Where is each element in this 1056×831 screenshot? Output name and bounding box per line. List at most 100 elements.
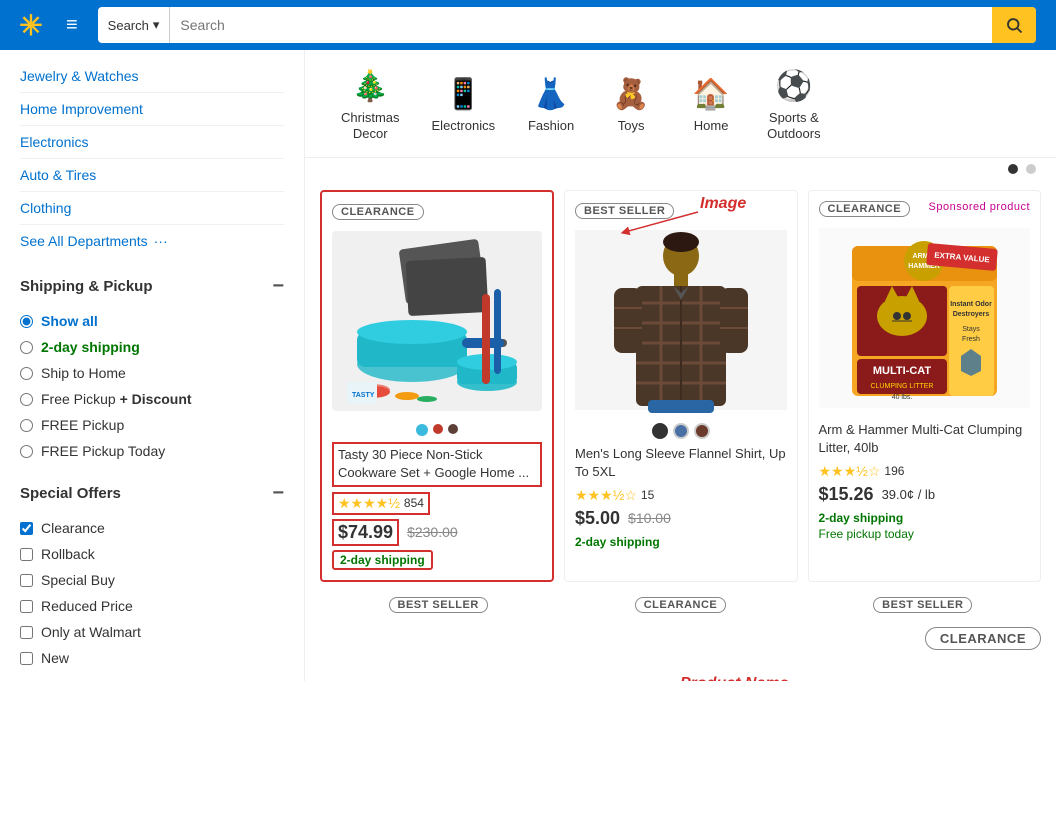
hamburger-icon[interactable]: ≡ <box>66 14 78 37</box>
color-blue[interactable] <box>673 423 689 439</box>
review-count-1: 854 <box>404 496 424 510</box>
special-offers-title: Special Offers − <box>20 482 284 505</box>
star-icons-1: ★★★★½ <box>338 495 400 512</box>
search-dropdown[interactable]: Search ▾ <box>98 7 171 43</box>
products-area: Image Product Name Rating <box>305 180 1056 665</box>
badge-clearance-1: CLEARANCE <box>332 202 542 226</box>
annotation-product-name: Product Name <box>680 675 788 681</box>
shipping-2: 2-day shipping <box>575 533 787 549</box>
filter-rollback[interactable]: Rollback <box>20 541 284 567</box>
bottom-badge-2: CLEARANCE <box>564 597 796 619</box>
special-offers-section: Special Offers − Clearance Rollback Spec… <box>20 482 284 671</box>
collapse-special-offers[interactable]: − <box>272 482 284 505</box>
original-price-1: $230.00 <box>407 524 458 540</box>
see-all-dots: ··· <box>154 233 168 249</box>
filter-new[interactable]: New <box>20 645 284 671</box>
dot-blue[interactable] <box>416 424 428 436</box>
category-home[interactable]: 🏠 Home <box>671 68 751 139</box>
product-card-2: BEST SELLER <box>564 190 798 581</box>
product-image-2[interactable] <box>575 225 787 415</box>
sponsored-label: Sponsored product <box>929 201 1030 213</box>
svg-text:40 lbs.: 40 lbs. <box>891 394 912 401</box>
color-brown[interactable] <box>694 423 710 439</box>
product-image-1[interactable]: TASTY <box>332 226 542 416</box>
shipping-pickup-section: Shipping & Pickup − Show all 2-day shipp… <box>20 275 284 464</box>
filter-reduced-price[interactable]: Reduced Price <box>20 593 284 619</box>
toys-icon: 🧸 <box>611 74 651 114</box>
product-name-3: Arm & Hammer Multi-Cat Clumping Litter, … <box>819 421 1031 457</box>
see-all-label: See All Departments <box>20 233 148 249</box>
svg-text:Instant Odor: Instant Odor <box>950 301 992 308</box>
home-icon: 🏠 <box>691 74 731 114</box>
sidebar-link-clothing[interactable]: Clothing <box>20 192 284 225</box>
collapse-shipping[interactable]: − <box>272 275 284 298</box>
cookware-svg: TASTY <box>332 234 542 409</box>
svg-text:CLUMPING LITTER: CLUMPING LITTER <box>870 383 933 390</box>
filter-only-walmart[interactable]: Only at Walmart <box>20 619 284 645</box>
filter-show-all[interactable]: Show all <box>20 308 284 334</box>
category-christmas-decor[interactable]: 🎄 ChristmasDecor <box>325 60 416 147</box>
price-row-3: $15.26 39.0¢ / lb <box>819 484 1031 505</box>
svg-text:MULTI-CAT: MULTI-CAT <box>873 365 932 377</box>
badge-best-seller-2: BEST SELLER <box>575 201 787 225</box>
category-fashion[interactable]: 👗 Fashion <box>511 68 591 139</box>
shipping-badge-1: 2-day shipping <box>332 550 433 570</box>
filter-ship-home[interactable]: Ship to Home <box>20 360 284 386</box>
filter-2day[interactable]: 2-day shipping <box>20 334 284 360</box>
search-button[interactable] <box>992 7 1036 43</box>
bottom-badge-3: BEST SELLER <box>807 597 1039 619</box>
slide-dots-1 <box>332 424 542 436</box>
color-dots-2 <box>575 423 787 439</box>
review-count-3: 196 <box>884 464 904 478</box>
category-electronics[interactable]: 📱 Electronics <box>416 68 512 139</box>
svg-text:TASTY: TASTY <box>352 392 375 399</box>
filter-free-pickup[interactable]: FREE Pickup <box>20 412 284 438</box>
filter-free-pickup-today[interactable]: FREE Pickup Today <box>20 438 284 464</box>
shirt-svg <box>606 228 756 413</box>
price-row-2: $5.00 $10.00 <box>575 508 787 529</box>
pagination-dots <box>305 158 1056 180</box>
color-dark[interactable] <box>652 423 668 439</box>
litter-svg: ARM & HAMMER <box>837 231 1012 406</box>
sidebar: Jewelry & Watches Home Improvement Elect… <box>0 50 305 681</box>
product-card-3: CLEARANCE Sponsored product <box>808 190 1042 581</box>
price-2: $5.00 <box>575 508 620 529</box>
see-all-departments[interactable]: See All Departments ··· <box>20 225 284 257</box>
sidebar-link-auto[interactable]: Auto & Tires <box>20 159 284 192</box>
stars-3: ★★★½☆ 196 <box>819 463 1031 480</box>
stars-2: ★★★½☆ 15 <box>575 487 787 504</box>
product-image-3[interactable]: ARM & HAMMER <box>819 223 1031 413</box>
fashion-icon: 👗 <box>531 74 571 114</box>
main-layout: Jewelry & Watches Home Improvement Elect… <box>0 50 1056 681</box>
shipping-text-3: 2-day shipping <box>819 511 904 525</box>
badge-clearance-3: CLEARANCE <box>819 201 911 217</box>
search-input[interactable] <box>170 7 992 43</box>
dropdown-label: Search <box>108 18 149 33</box>
star-icons-3: ★★★½☆ <box>819 463 881 480</box>
product-name-2: Men's Long Sleeve Flannel Shirt, Up To 5… <box>575 445 787 481</box>
clearance-bottom-area: CLEARANCE <box>320 627 1041 656</box>
category-sports[interactable]: ⚽ Sports &Outdoors <box>751 60 836 147</box>
dot-red[interactable] <box>433 424 443 434</box>
spark-icon: ✳ <box>19 9 42 42</box>
dot-1[interactable] <box>1008 164 1018 174</box>
price-box-1: $74.99 <box>332 519 399 546</box>
sidebar-link-home-improvement[interactable]: Home Improvement <box>20 93 284 126</box>
category-nav: 🎄 ChristmasDecor 📱 Electronics 👗 Fashion… <box>305 50 1056 158</box>
bottom-badges-row: BEST SELLER CLEARANCE BEST SELLER <box>320 597 1041 619</box>
category-toys[interactable]: 🧸 Toys <box>591 68 671 139</box>
price-1: $74.99 <box>338 522 393 543</box>
walmart-logo: ✳ <box>12 6 50 44</box>
price-per-unit-3: 39.0¢ / lb <box>882 487 936 502</box>
dot-2[interactable] <box>1026 164 1036 174</box>
search-icon <box>1005 16 1023 34</box>
filter-free-pickup-discount[interactable]: Free Pickup + Discount <box>20 386 284 412</box>
content-area: 🎄 ChristmasDecor 📱 Electronics 👗 Fashion… <box>305 50 1056 681</box>
sidebar-link-electronics[interactable]: Electronics <box>20 126 284 159</box>
filter-clearance[interactable]: Clearance <box>20 515 284 541</box>
filter-special-buy[interactable]: Special Buy <box>20 567 284 593</box>
sidebar-link-jewelry[interactable]: Jewelry & Watches <box>20 60 284 93</box>
svg-text:Stays: Stays <box>962 326 980 333</box>
shipping-sub-3: Free pickup today <box>819 527 914 541</box>
dot-brown[interactable] <box>448 424 458 434</box>
